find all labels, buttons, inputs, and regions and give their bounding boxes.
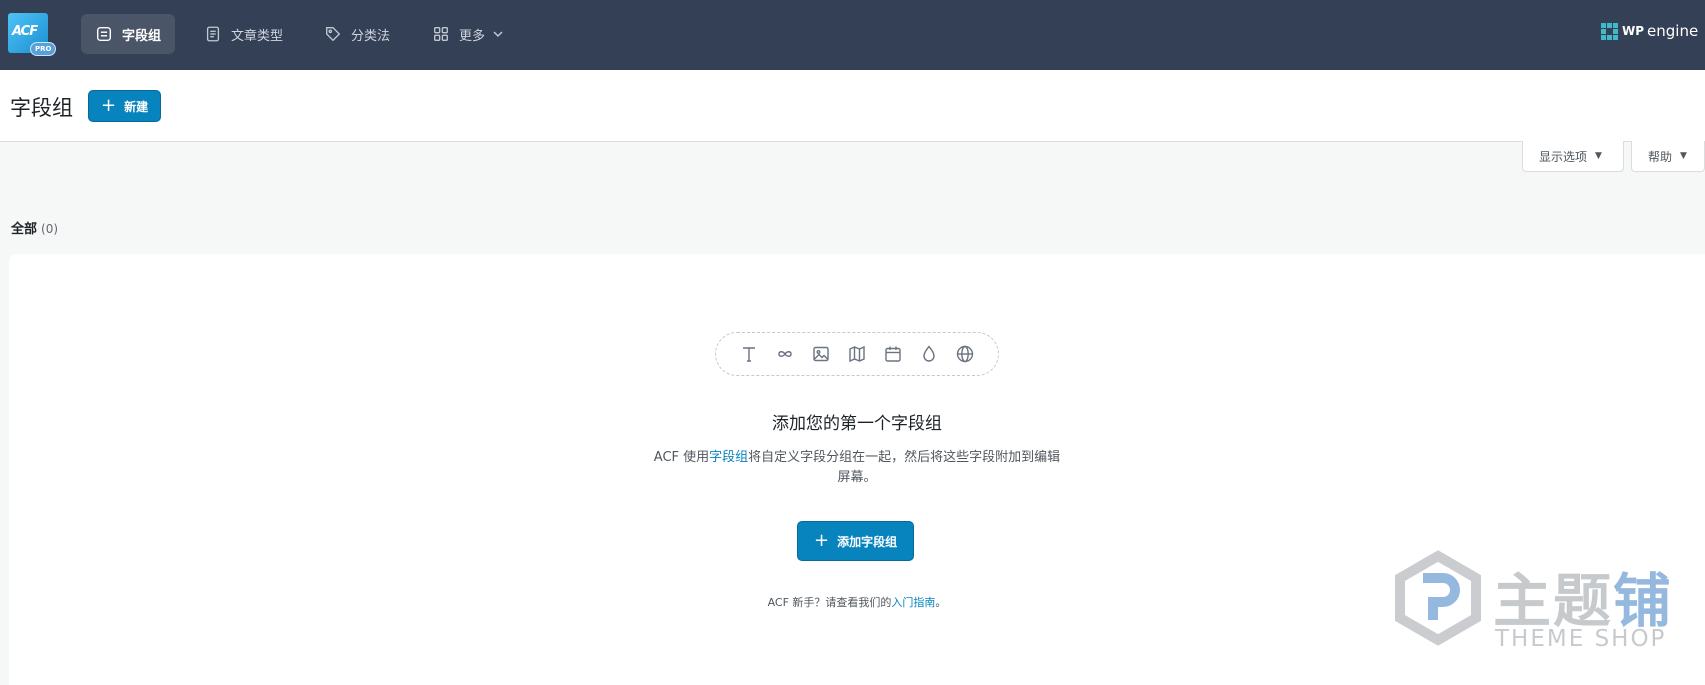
map-icon: [849, 345, 865, 363]
new-field-group-button[interactable]: + 新建: [88, 90, 162, 122]
wp-engine-logo[interactable]: WP engine: [1601, 22, 1698, 40]
tab-label: 文章类型: [231, 28, 284, 44]
chevron-down-icon: [493, 31, 503, 38]
wp-engine-wp-text: WP: [1622, 24, 1645, 38]
watermark-logo-icon: [1395, 550, 1481, 646]
status-filter: 全部 (0): [11, 218, 58, 237]
field-groups-doc-link[interactable]: 字段组: [709, 450, 748, 465]
plus-icon: +: [814, 530, 830, 551]
plus-icon: +: [101, 95, 117, 116]
tab-more[interactable]: 更多: [418, 14, 518, 54]
field-type-icons: [715, 332, 999, 376]
text-icon: [743, 347, 755, 362]
screen-options-button[interactable]: 显示选项 ▼: [1522, 141, 1624, 172]
grid-icon: [434, 27, 448, 41]
page-header: 字段组 + 新建: [0, 70, 1705, 142]
globe-icon: [956, 345, 974, 363]
tag-icon: [326, 27, 341, 42]
desc-suffix: 将自定义字段分组在一起，然后将这些字段附加到编辑屏幕。: [748, 450, 1061, 485]
wp-engine-text: engine: [1647, 22, 1699, 40]
calendar-icon: [885, 346, 901, 362]
empty-state-description: ACF 使用字段组将自定义字段分组在一起，然后将这些字段附加到编辑屏幕。: [649, 448, 1065, 488]
tab-taxonomies[interactable]: 分类法: [310, 14, 404, 54]
add-button-label: 添加字段组: [837, 534, 898, 549]
new-button-label: 新建: [124, 99, 149, 114]
empty-state-title: 添加您的第一个字段组: [772, 414, 942, 434]
foot-suffix: 。: [935, 596, 947, 609]
theme-shop-watermark: 主题铺 THEME SHOP: [1388, 548, 1688, 658]
wp-engine-grid-icon: [1601, 22, 1618, 40]
post-types-icon: [206, 26, 220, 42]
help-label: 帮助: [1648, 149, 1673, 164]
acf-logo[interactable]: ACF PRO: [8, 13, 57, 56]
tab-post-types[interactable]: 文章类型: [190, 14, 297, 54]
acf-logo-text: ACF: [12, 24, 38, 39]
watermark-en-text: THEME SHOP: [1495, 626, 1667, 652]
filter-all-count: (0): [41, 222, 59, 236]
foot-prefix: ACF 新手？请查看我们的: [767, 596, 892, 609]
top-nav-bar: ACF PRO 字段组 文章类型 分类法 更多 WP engine: [0, 0, 1705, 70]
tab-label: 更多: [459, 28, 486, 44]
tab-label: 字段组: [122, 28, 162, 44]
infinity-icon: [778, 351, 792, 357]
triangle-down-icon: ▼: [1595, 151, 1602, 161]
desc-prefix: ACF 使用: [653, 450, 710, 465]
screen-options-label: 显示选项: [1539, 149, 1588, 164]
tab-field-groups[interactable]: 字段组: [81, 14, 176, 54]
filter-all-link[interactable]: 全部: [11, 222, 37, 237]
image-icon: [813, 346, 829, 362]
help-button[interactable]: 帮助 ▼: [1631, 141, 1705, 172]
droplet-icon: [923, 345, 935, 362]
tab-label: 分类法: [351, 28, 391, 44]
watermark-cn-b: 铺: [1613, 567, 1674, 635]
getting-started-link[interactable]: 入门指南: [891, 596, 935, 609]
field-groups-icon: [96, 26, 112, 42]
add-field-group-button[interactable]: + 添加字段组: [797, 521, 915, 561]
watermark-cn-a: 主题: [1493, 567, 1614, 635]
triangle-down-icon: ▼: [1680, 151, 1687, 161]
page-title: 字段组: [10, 96, 73, 120]
pro-badge: PRO: [30, 42, 57, 56]
